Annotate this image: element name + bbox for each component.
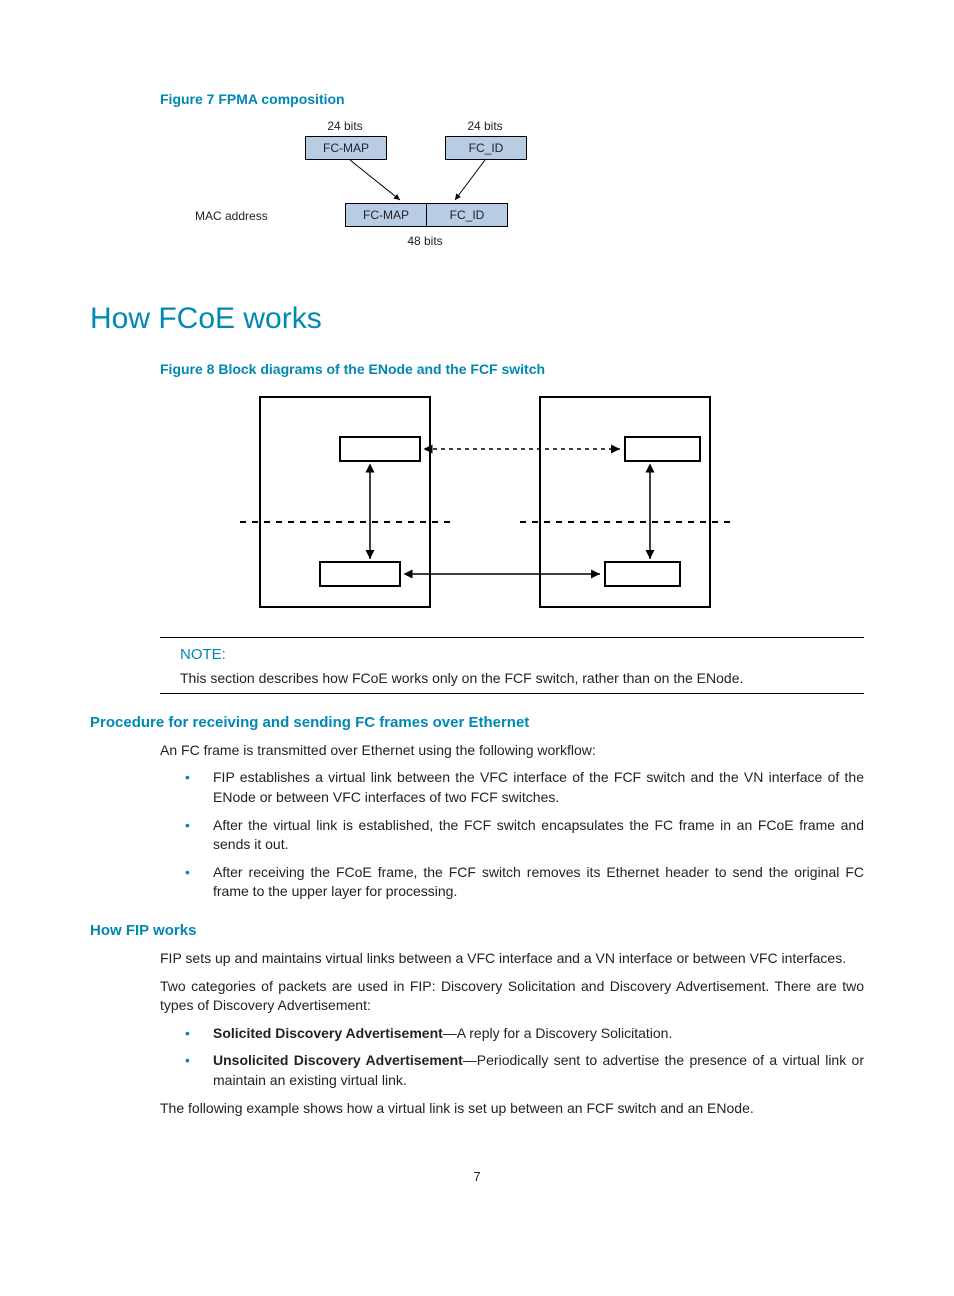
figure8-caption: Figure 8 Block diagrams of the ENode and…	[160, 360, 864, 380]
fig7-box-fcmap-bottom: FC-MAP	[345, 203, 427, 227]
fip-bullet-bold: Solicited Discovery Advertisement	[213, 1025, 443, 1041]
fig7-box-fcid-bottom: FC_ID	[426, 203, 508, 227]
section-title: How FCoE works	[90, 298, 864, 340]
procedure-bullet: After receiving the FCoE frame, the FCF …	[185, 863, 864, 902]
fig7-box-fcid-top: FC_ID	[445, 136, 527, 160]
figure8-diagram	[210, 387, 770, 617]
note-label: NOTE:	[180, 644, 864, 665]
fig7-bits-bottom: 48 bits	[385, 233, 465, 250]
note-text: This section describes how FCoE works on…	[180, 669, 864, 689]
procedure-heading: Procedure for receiving and sending FC f…	[90, 712, 864, 733]
fip-p2: Two categories of packets are used in FI…	[160, 977, 864, 1016]
fip-bullet: Solicited Discovery Advertisement—A repl…	[185, 1024, 864, 1044]
figure7-caption: Figure 7 FPMA composition	[160, 90, 864, 110]
fip-bullet-bold: Unsolicited Discovery Advertisement	[213, 1052, 463, 1068]
procedure-bullets: FIP establishes a virtual link between t…	[185, 768, 864, 902]
page-number: 7	[90, 1168, 864, 1186]
fip-bullet-text: —A reply for a Discovery Solicitation.	[443, 1025, 673, 1041]
fip-heading: How FIP works	[90, 920, 864, 941]
fig7-bits-left: 24 bits	[305, 118, 385, 135]
fip-bullet: Unsolicited Discovery Advertisement—Peri…	[185, 1051, 864, 1090]
figure7-diagram: 24 bits 24 bits FC-MAP FC_ID MAC address…	[185, 118, 525, 268]
fig7-mac-label: MAC address	[195, 208, 268, 225]
fip-p3: The following example shows how a virtua…	[160, 1099, 864, 1119]
fip-p1: FIP sets up and maintains virtual links …	[160, 949, 864, 969]
procedure-bullet: FIP establishes a virtual link between t…	[185, 768, 864, 807]
fig7-box-fcmap-top: FC-MAP	[305, 136, 387, 160]
fig7-bits-right: 24 bits	[445, 118, 525, 135]
note-block: NOTE: This section describes how FCoE wo…	[160, 637, 864, 694]
fip-bullets: Solicited Discovery Advertisement—A repl…	[185, 1024, 864, 1091]
procedure-bullet: After the virtual link is established, t…	[185, 816, 864, 855]
procedure-intro: An FC frame is transmitted over Ethernet…	[160, 741, 864, 761]
